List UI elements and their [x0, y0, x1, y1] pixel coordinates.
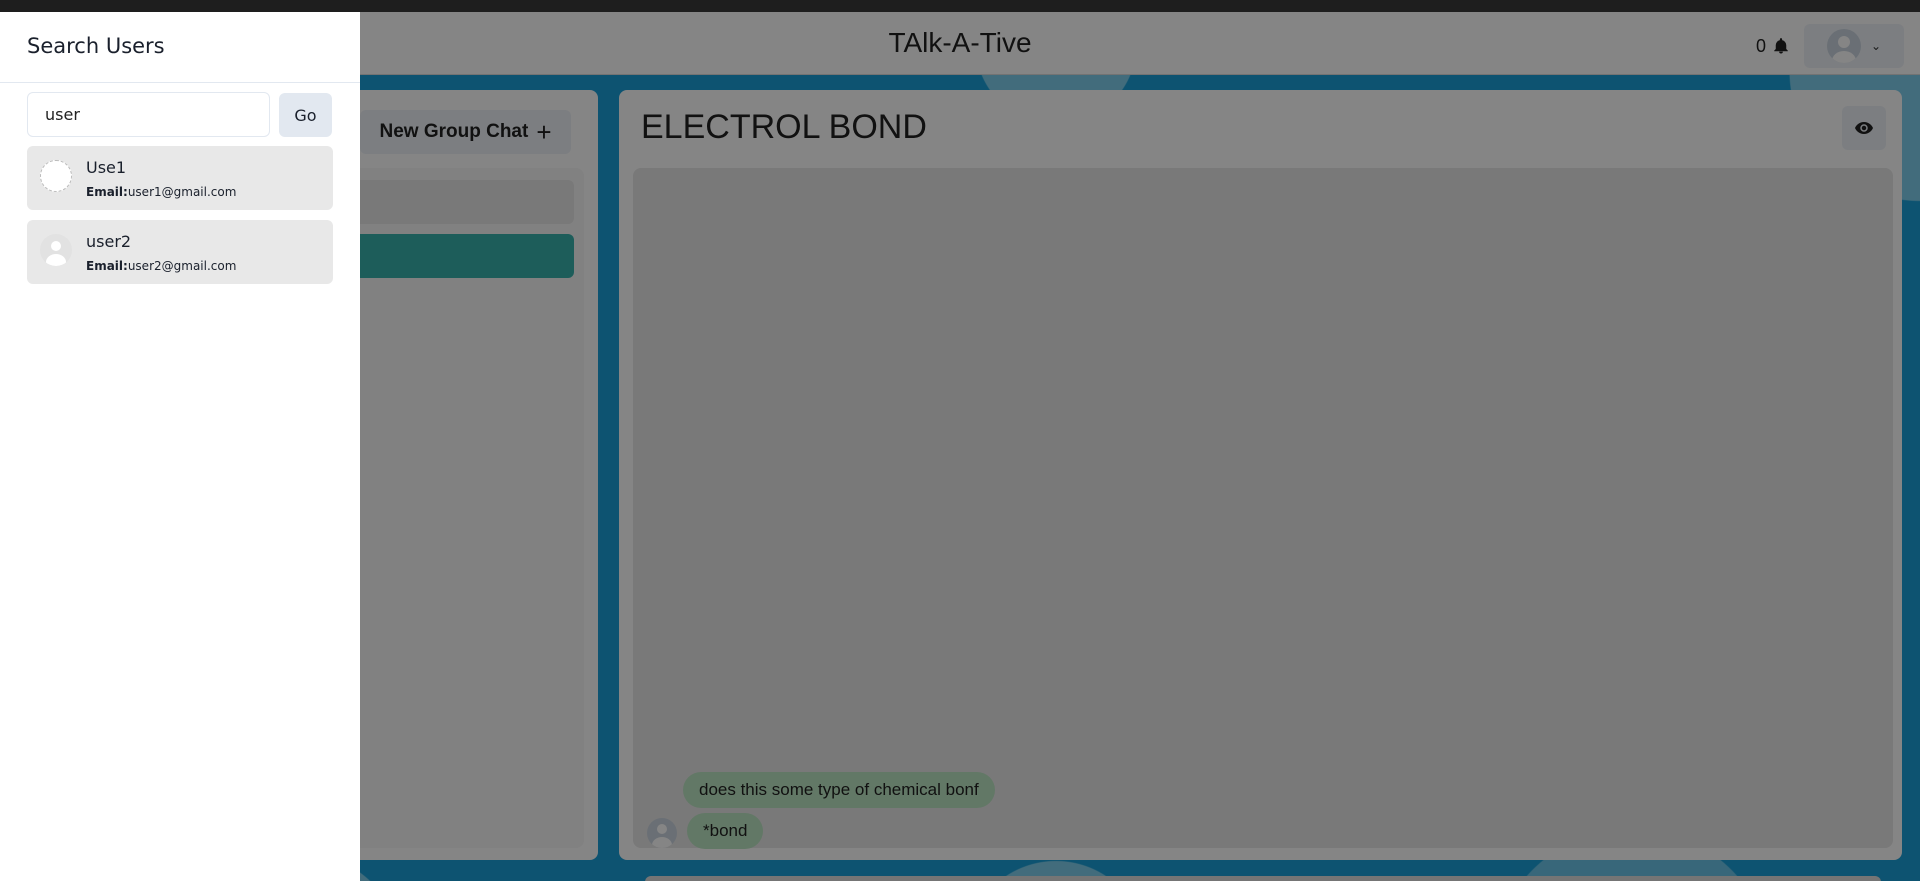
- email-label: Email:: [86, 185, 128, 199]
- email-value: user2@gmail.com: [127, 259, 237, 273]
- user-avatar-icon: [40, 160, 72, 192]
- divider: [0, 82, 360, 83]
- email-value: user1@gmail.com: [127, 185, 237, 199]
- user-name: Use1: [86, 158, 127, 177]
- user-result-item[interactable]: user2 Email:user2@gmail.com: [27, 220, 333, 284]
- user-name: user2: [86, 232, 132, 251]
- email-label: Email:: [86, 259, 128, 273]
- drawer-title: Search Users: [27, 34, 165, 58]
- go-button[interactable]: Go: [279, 93, 332, 137]
- search-users-drawer: Search Users Go Use1 Email:user1@gmail.c…: [0, 12, 360, 881]
- user-result-item[interactable]: Use1 Email:user1@gmail.com: [27, 146, 333, 210]
- user-email: Email:user1@gmail.com: [86, 185, 236, 199]
- user-email: Email:user2@gmail.com: [86, 259, 236, 273]
- user-avatar-icon: [40, 234, 72, 266]
- search-input[interactable]: [27, 92, 270, 137]
